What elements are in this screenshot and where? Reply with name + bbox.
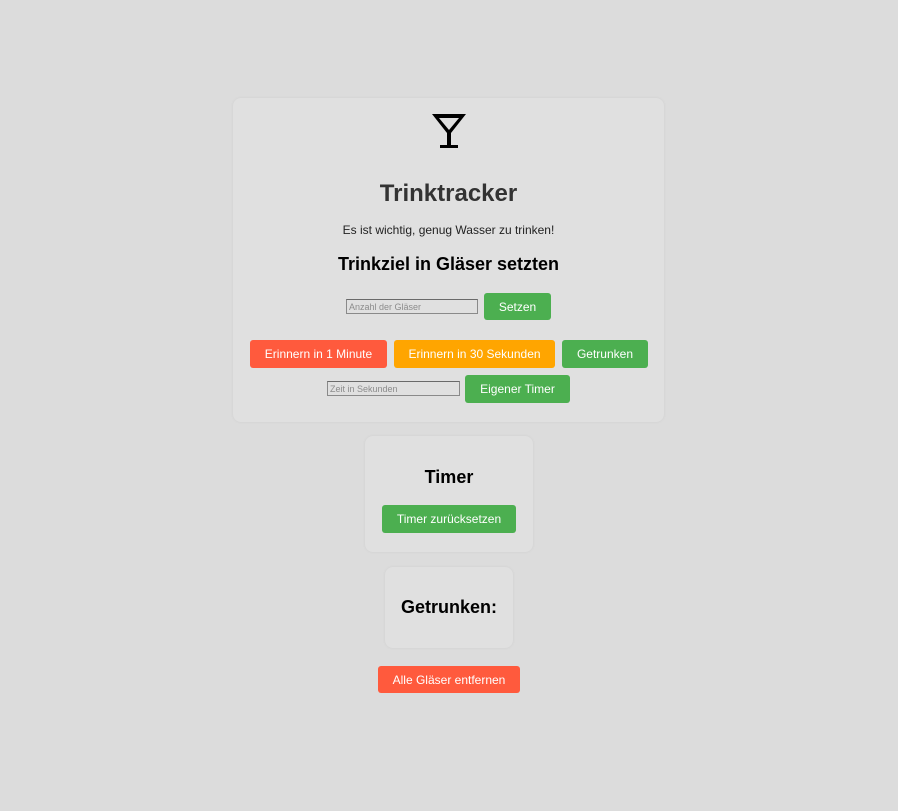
remove-all-glasses-button[interactable]: Alle Gläser entfernen <box>378 666 520 693</box>
tracker-card: Trinktracker Es ist wichtig, genug Wasse… <box>233 98 664 422</box>
drunk-heading: Getrunken: <box>400 597 497 617</box>
drunk-card: Getrunken: <box>385 567 513 648</box>
remind-30-seconds-button[interactable]: Erinnern in 30 Sekunden <box>394 340 555 368</box>
remind-1-minute-button[interactable]: Erinnern in 1 Minute <box>250 340 387 368</box>
reset-timer-button[interactable]: Timer zurücksetzen <box>382 505 516 533</box>
page-title: Trinktracker <box>379 180 518 207</box>
timer-card: Timer Timer zurücksetzen <box>365 436 533 552</box>
goal-heading: Trinkziel in Gläser setzten <box>337 254 560 274</box>
drunk-button[interactable]: Getrunken <box>562 340 648 368</box>
custom-timer-button[interactable]: Eigener Timer <box>465 375 570 403</box>
subtitle: Es ist wichtig, genug Wasser zu trinken! <box>342 223 555 237</box>
glasses-count-input[interactable] <box>346 299 478 314</box>
set-goal-button[interactable]: Setzen <box>484 293 551 320</box>
seconds-input[interactable] <box>327 381 460 396</box>
cocktail-glass-icon <box>432 114 466 148</box>
timer-heading: Timer <box>424 467 474 487</box>
